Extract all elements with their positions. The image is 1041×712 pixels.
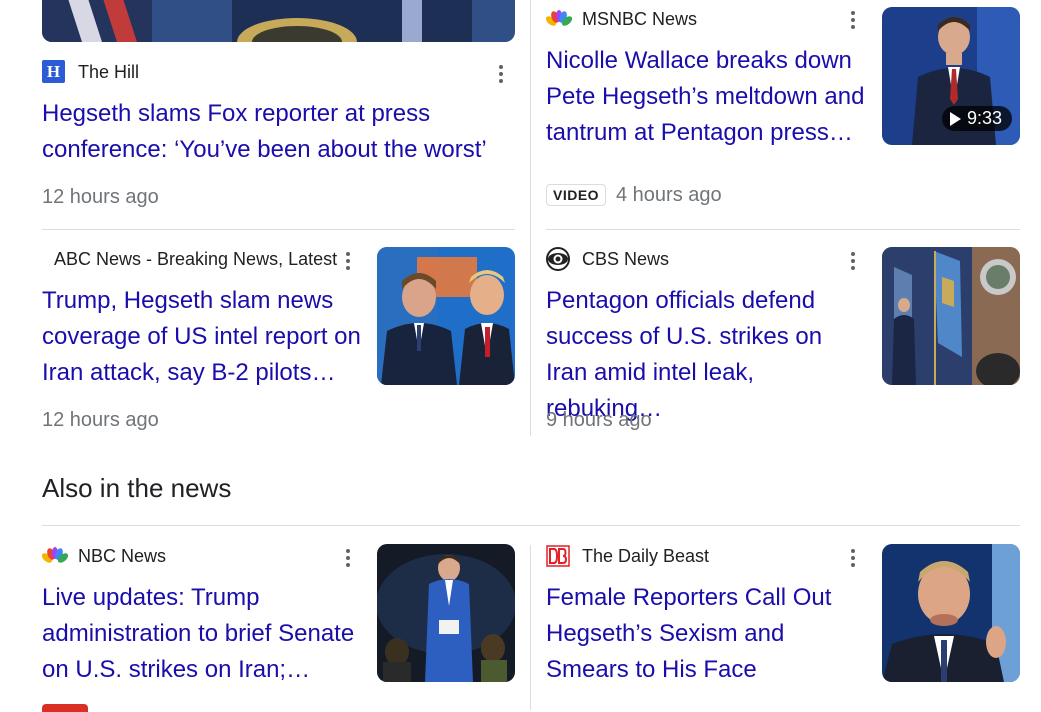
article-title[interactable]: Live updates: Trump administration to br…: [42, 580, 372, 688]
article-card[interactable]: ABC News - Breaking News, Latest Trump, …: [42, 246, 515, 436]
row-divider: [546, 229, 1020, 230]
article-card[interactable]: NBC News Live updates: Trump administrat…: [41, 543, 515, 710]
article-title-line: Pete Hegseth’s meltdown and: [546, 83, 865, 110]
article-time: 12 hours ago: [42, 186, 159, 208]
article-title-line: administration to brief Senate: [42, 620, 355, 647]
article-time: 12 hours ago: [42, 409, 159, 431]
article-title-line: on U.S. strikes on Iran;…: [42, 656, 311, 683]
thumbnail-image: [882, 247, 1020, 385]
video-thumbnail[interactable]: 9:33: [882, 7, 1020, 145]
article-time: 9 hours ago: [546, 409, 652, 431]
article-card[interactable]: CBS News Pentagon officials defend succe…: [546, 246, 1020, 436]
publisher-icon: H: [42, 60, 65, 83]
thumbnail-image: [882, 544, 1020, 682]
article-title-line: Nicolle Wallace breaks down: [546, 47, 852, 74]
publisher-name: MSNBC News: [582, 9, 698, 29]
more-options-icon[interactable]: [843, 248, 863, 274]
article-card[interactable]: H The Hill Hegseth slams Fox reporter at…: [42, 56, 515, 216]
article-title-line: Hegseth’s Sexism and: [546, 620, 785, 647]
thumbnail-image: [377, 544, 515, 682]
article-thumbnail[interactable]: [377, 544, 515, 682]
play-icon: [949, 111, 961, 126]
more-options-icon[interactable]: [843, 545, 863, 571]
thumbnail-image: [377, 247, 515, 385]
article-thumbnail[interactable]: [42, 0, 515, 42]
video-duration: 9:33: [941, 106, 1012, 131]
article-title[interactable]: Nicolle Wallace breaks down Pete Hegseth…: [546, 43, 876, 151]
more-options-icon[interactable]: [338, 248, 358, 274]
article-title[interactable]: Pentagon officials defend success of U.S…: [546, 283, 876, 427]
publisher-name: The Daily Beast: [582, 546, 710, 566]
article-title-line: Live updates: Trump: [42, 584, 260, 611]
publisher-name: CBS News: [582, 249, 670, 269]
section-heading: Also in the news: [42, 473, 232, 503]
article-title-line: coverage of US intel report on: [42, 323, 361, 350]
publisher-name: ABC News - Breaking News, Latest: [54, 249, 338, 269]
article-thumbnail[interactable]: [882, 544, 1020, 682]
article-title-line: Female Reporters Call Out: [546, 584, 832, 611]
article-title-line: conference: ‘You’ve been about the worst…: [42, 136, 487, 163]
column-divider: [530, 545, 531, 710]
thumbnail-image: [42, 0, 515, 42]
article-title-line: success of U.S. strikes on: [546, 323, 823, 350]
article-title[interactable]: Trump, Hegseth slam news coverage of US …: [42, 283, 372, 391]
article-title-line: Pentagon officials defend: [546, 287, 816, 314]
article-title-line: Trump, Hegseth slam news: [42, 287, 334, 314]
section-divider: [42, 525, 1020, 526]
article-title-line: Iran attack, say B-2 pilots…: [42, 359, 336, 386]
publisher-name: NBC News: [78, 546, 167, 566]
article-title[interactable]: Hegseth slams Fox reporter at press conf…: [42, 96, 522, 168]
row-divider: [42, 229, 515, 230]
cbs-eye-icon: [546, 247, 570, 276]
article-title-line: Smears to His Face: [546, 656, 757, 683]
duration-text: 9:33: [966, 108, 1002, 128]
article-card[interactable]: MSNBC News Nicolle Wallace breaks down P…: [545, 0, 1020, 215]
daily-beast-icon: [546, 544, 570, 568]
peacock-icon: [41, 547, 69, 570]
peacock-icon: [545, 10, 573, 33]
publisher-name: The Hill: [78, 62, 140, 82]
article-time: 4 hours ago: [616, 184, 722, 206]
article-thumbnail[interactable]: [882, 247, 1020, 385]
article-thumbnail[interactable]: [377, 247, 515, 385]
video-badge: VIDEO: [546, 184, 607, 206]
next-article-icon: [42, 704, 88, 712]
more-options-icon[interactable]: [491, 61, 511, 87]
article-title[interactable]: Female Reporters Call Out Hegseth’s Sexi…: [546, 580, 876, 688]
article-title-line: tantrum at Pentagon press…: [546, 119, 853, 146]
column-divider: [530, 0, 531, 436]
more-options-icon[interactable]: [338, 545, 358, 571]
article-title-line: Hegseth slams Fox reporter at press: [42, 100, 431, 127]
more-options-icon[interactable]: [843, 7, 863, 33]
article-card[interactable]: The Daily Beast Female Reporters Call Ou…: [546, 543, 1020, 710]
